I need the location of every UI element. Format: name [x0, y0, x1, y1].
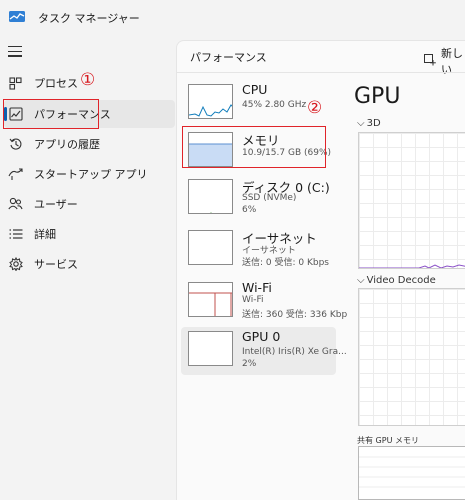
perf-item-gpu[interactable]: GPU 0 Intel(R) Iris(R) Xe Gra... 2%	[181, 327, 347, 375]
sidebar-item-label: アプリの履歴	[34, 138, 100, 151]
header-divider	[177, 72, 465, 73]
sidebar-item-services[interactable]: サービス	[0, 250, 175, 278]
graph-3d-label-text: 3D	[366, 118, 381, 129]
sidebar-item-label: サービス	[34, 258, 78, 271]
gpu-detail-title: GPU	[354, 84, 401, 109]
perf-item-name: GPU 0	[242, 329, 281, 344]
sidebar-item-label: スタートアップ アプリ	[34, 168, 148, 181]
history-icon	[8, 137, 23, 152]
sidebar-item-label: ユーザー	[34, 198, 78, 211]
perf-item-throughput: 送信: 0 受信: 0 Kbps	[242, 258, 329, 268]
perf-item-throughput: 送信: 360 受信: 336 Kbp	[242, 310, 348, 320]
annotation-number-1: ①	[80, 70, 96, 90]
graph-3d	[358, 132, 465, 269]
chevron-down-icon: ⌵	[357, 118, 365, 129]
hamburger-menu-icon[interactable]	[8, 46, 22, 58]
cpu-thumbnail-graph	[188, 84, 233, 119]
startup-icon	[8, 167, 23, 182]
new-task-icon	[424, 53, 436, 69]
annotation-box-1	[3, 99, 99, 129]
perf-item-detail: Intel(R) Iris(R) Xe Gra...	[242, 347, 347, 357]
task-manager-app-icon	[9, 11, 25, 22]
chevron-down-icon: ⌵	[357, 275, 365, 286]
graph-3d-label[interactable]: ⌵ 3D	[357, 118, 381, 129]
gear-icon	[8, 257, 23, 272]
grid-icon	[8, 76, 23, 91]
sidebar-item-users[interactable]: ユーザー	[0, 190, 175, 218]
annotation-number-2: ②	[307, 98, 323, 118]
users-icon	[8, 197, 23, 212]
app-title: タスク マネージャー	[38, 12, 140, 25]
sidebar-item-label: 詳細	[34, 228, 56, 241]
perf-item-name: Wi-Fi	[242, 280, 272, 295]
perf-item-disk[interactable]: ディスク 0 (C:) SSD (NVMe) 6%	[181, 175, 336, 225]
sidebar-item-startup-apps[interactable]: スタートアップ アプリ	[0, 160, 175, 188]
sidebar-item-details[interactable]: 詳細	[0, 220, 175, 248]
annotation-box-2	[182, 126, 326, 168]
page-title: パフォーマンス	[190, 51, 267, 64]
disk-thumbnail-graph	[188, 179, 233, 214]
graph-video-decode-label-text: Video Decode	[366, 275, 436, 286]
perf-item-usage: 2%	[242, 359, 257, 369]
sidebar-item-app-history[interactable]: アプリの履歴	[0, 130, 175, 158]
wifi-thumbnail-graph	[188, 282, 233, 317]
shared-gpu-memory-label: 共有 GPU メモリ	[357, 436, 419, 445]
title-bar: タスク マネージャー	[0, 0, 465, 32]
perf-item-detail: Wi-Fi	[242, 295, 264, 305]
gpu-thumbnail-graph	[188, 331, 233, 366]
graph-video-decode-label[interactable]: ⌵ Video Decode	[357, 275, 436, 286]
perf-item-ethernet[interactable]: イーサネット イーサネット 送信: 0 受信: 0 Kbps	[181, 226, 336, 276]
list-icon	[8, 227, 23, 242]
graph-video-decode	[358, 288, 465, 426]
perf-item-detail: SSD (NVMe)	[242, 193, 297, 203]
shared-gpu-memory-graph	[358, 446, 465, 500]
perf-item-name: CPU	[242, 82, 268, 97]
perf-item-usage: 6%	[242, 205, 257, 215]
perf-item-wifi[interactable]: Wi-Fi Wi-Fi 送信: 360 受信: 336 Kbp	[181, 278, 347, 328]
ethernet-thumbnail-graph	[188, 230, 233, 265]
perf-item-detail: 45% 2.80 GHz	[242, 100, 307, 110]
sidebar-item-label: プロセス	[34, 77, 78, 90]
